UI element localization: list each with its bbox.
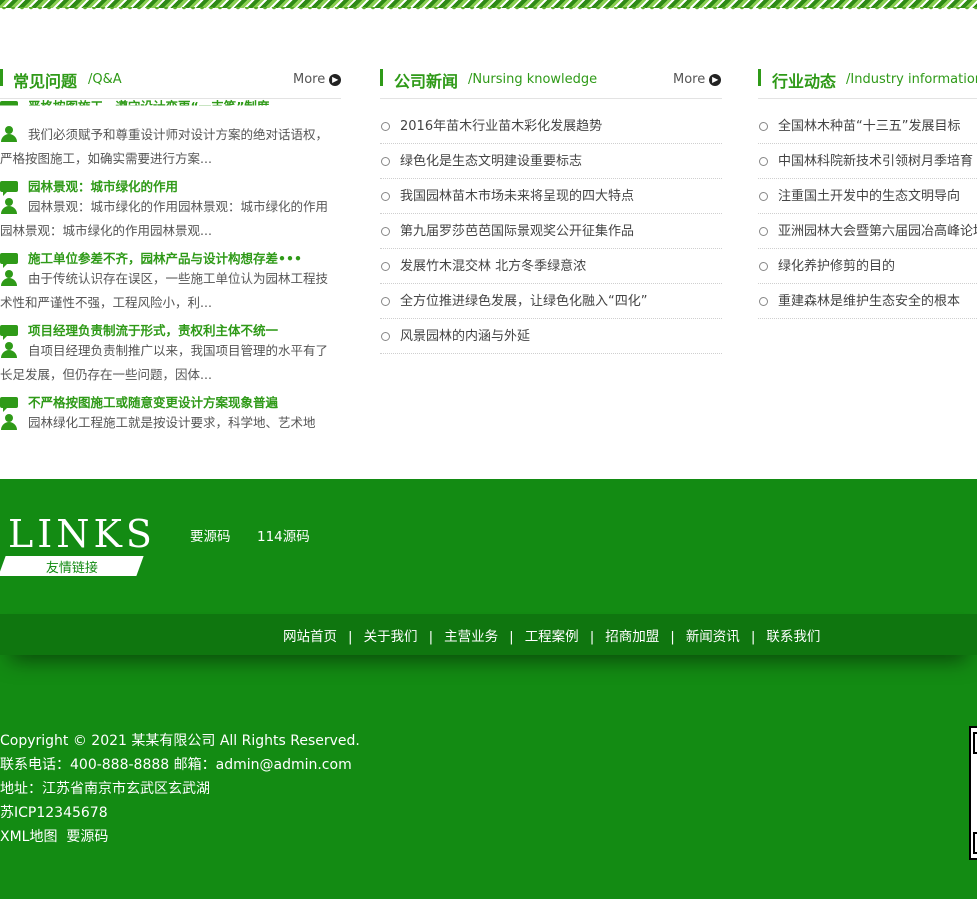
- title-bar: [0, 69, 3, 86]
- nav-news[interactable]: 新闻资讯: [686, 629, 740, 645]
- top-leaf-border: [0, 0, 977, 11]
- faq-question[interactable]: 严格按图施工，遵守设计变更“一支笔”制度: [0, 98, 269, 106]
- faq-answer: 园林景观：城市绿化的作用园林景观：城市绿化的作用园林景观：城市绿化的作用园林景观…: [0, 198, 329, 238]
- news-header: 公司新闻 /Nursing knowledge More ▶: [380, 66, 722, 99]
- news-item[interactable]: 风景园林的内涵与外延: [380, 319, 722, 354]
- copyright-text: Copyright © 2021 某某有限公司 All Rights Reser…: [0, 733, 360, 749]
- industry-item[interactable]: 注重国土开发中的生态文明导向: [758, 179, 977, 214]
- user-icon: [0, 198, 18, 214]
- question-icon: [0, 397, 18, 412]
- industry-item[interactable]: 绿化养护修剪的目的: [758, 249, 977, 284]
- xml-map-link[interactable]: XML地图: [0, 829, 57, 845]
- nav-cases[interactable]: 工程案例: [525, 629, 579, 645]
- industry-title: 行业动态: [772, 72, 837, 91]
- nav-separator: |: [750, 629, 756, 645]
- footer-info: Copyright © 2021 某某有限公司 All Rights Reser…: [0, 729, 360, 849]
- faq-title: 常见问题: [13, 72, 78, 91]
- question-icon: [0, 181, 18, 196]
- title-bar: [380, 69, 383, 86]
- nav-separator: |: [428, 629, 434, 645]
- question-icon: [0, 101, 18, 106]
- user-icon: [0, 414, 18, 430]
- user-icon: [0, 342, 18, 358]
- nav-separator: |: [670, 629, 675, 645]
- nav-business[interactable]: 主营业务: [444, 629, 498, 645]
- faq-answer: 我们必须赋予和尊重设计师对设计方案的绝对话语权，严格按图施工，如确实需要进行方案…: [0, 126, 329, 166]
- links-tag: 友情链接: [0, 556, 144, 576]
- faq-section: 常见问题 /Q&A More ▶: [0, 66, 342, 99]
- nav-home[interactable]: 网站首页: [283, 629, 337, 645]
- footer-nav: 网站首页 | 关于我们 | 主营业务 | 工程案例 | 招商加盟 | 新闻资讯 | 联系我们: [0, 614, 977, 655]
- industry-item[interactable]: 亚洲园林大会暨第六届园冶高峰论坛: [758, 214, 977, 249]
- industry-list: 全国林木种苗“十三五”发展目标 中国林科院新技术引领树月季培育 注重国土开发中的…: [758, 109, 977, 319]
- industry-item[interactable]: 全国林木种苗“十三五”发展目标: [758, 109, 977, 144]
- address-text: 地址：江苏省南京市玄武区玄武湖: [0, 781, 210, 797]
- question-icon: [0, 325, 18, 340]
- industry-section: 行业动态 /Industry information: [758, 66, 977, 99]
- faq-question[interactable]: 园林景观：城市绿化的作用: [0, 176, 178, 196]
- arrow-right-icon: ▶: [329, 74, 342, 86]
- user-icon: [0, 126, 18, 142]
- arrow-right-icon: ▶: [709, 74, 722, 86]
- industry-header: 行业动态 /Industry information: [758, 66, 977, 99]
- nav-contact[interactable]: 联系我们: [766, 629, 820, 645]
- industry-subtitle: /Industry information: [846, 72, 977, 87]
- news-more-link[interactable]: More ▶: [673, 72, 722, 87]
- links-logo: LINKS: [8, 512, 156, 556]
- faq-answer: 自项目经理负责制推广以来，我国项目管理的水平有了长足发展，但仍存在一些问题，因体…: [0, 342, 329, 382]
- faq-answer: 园林绿化工程施工就是按设计要求，科学地、艺术地: [0, 411, 335, 435]
- faq-more-link[interactable]: More ▶: [293, 72, 342, 87]
- qr-code-icon: [969, 726, 977, 860]
- question-icon: [0, 253, 18, 268]
- industry-item[interactable]: 中国林科院新技术引领树月季培育: [758, 144, 977, 179]
- faq-question[interactable]: 不严格按图施工或随意变更设计方案现象普遍: [0, 392, 278, 412]
- nav-separator: |: [348, 629, 353, 645]
- faq-list: 严格按图施工，遵守设计变更“一支笔”制度 我们必须赋予和尊重设计师对设计方案的绝…: [0, 98, 335, 438]
- faq-subtitle: /Q&A: [88, 72, 122, 87]
- icp-text: 苏ICP12345678: [0, 805, 108, 821]
- news-item[interactable]: 我国园林苗木市场未来将呈现的四大特点: [380, 179, 722, 214]
- nav-separator: |: [589, 629, 595, 645]
- friend-link[interactable]: 114源码: [257, 525, 310, 545]
- faq-question[interactable]: 项目经理负责制流于形式，责权利主体不统一: [0, 320, 278, 340]
- nav-franchise[interactable]: 招商加盟: [605, 629, 659, 645]
- nav-separator: |: [509, 629, 514, 645]
- news-list: 2016年苗木行业苗木彩化发展趋势 绿色化是生态文明建设重要标志 我国园林苗木市…: [380, 109, 722, 354]
- nav-about[interactable]: 关于我们: [364, 629, 418, 645]
- news-item[interactable]: 发展竹木混交林 北方冬季绿意浓: [380, 249, 722, 284]
- faq-question[interactable]: 施工单位参差不齐，园林产品与设计构想存差•••: [0, 248, 302, 268]
- news-section: 公司新闻 /Nursing knowledge More ▶: [380, 66, 722, 99]
- friend-link[interactable]: 要源码: [190, 525, 231, 545]
- contact-text: 联系电话：400-888-8888 邮箱：admin@admin.com: [0, 757, 352, 773]
- news-title: 公司新闻: [394, 72, 459, 91]
- user-icon: [0, 270, 18, 286]
- title-bar: [758, 69, 761, 86]
- faq-header: 常见问题 /Q&A More ▶: [0, 66, 342, 99]
- news-item[interactable]: 全方位推进绿色发展，让绿色化融入“四化”: [380, 284, 722, 319]
- news-item[interactable]: 绿色化是生态文明建设重要标志: [380, 144, 722, 179]
- footer: LINKS 友情链接 要源码 114源码 网站首页 | 关于我们 | 主营业务 | 工程案例…: [0, 479, 977, 899]
- news-item[interactable]: 第九届罗莎芭芭国际景观奖公开征集作品: [380, 214, 722, 249]
- industry-item[interactable]: 重建森林是维护生态安全的根本: [758, 284, 977, 319]
- footer-link[interactable]: 要源码: [66, 829, 108, 845]
- news-subtitle: /Nursing knowledge: [468, 72, 598, 87]
- faq-answer: 由于传统认识存在误区，一些施工单位认为园林工程技术性和严谨性不强，工程风险小，利…: [0, 270, 329, 310]
- news-item[interactable]: 2016年苗木行业苗木彩化发展趋势: [380, 109, 722, 144]
